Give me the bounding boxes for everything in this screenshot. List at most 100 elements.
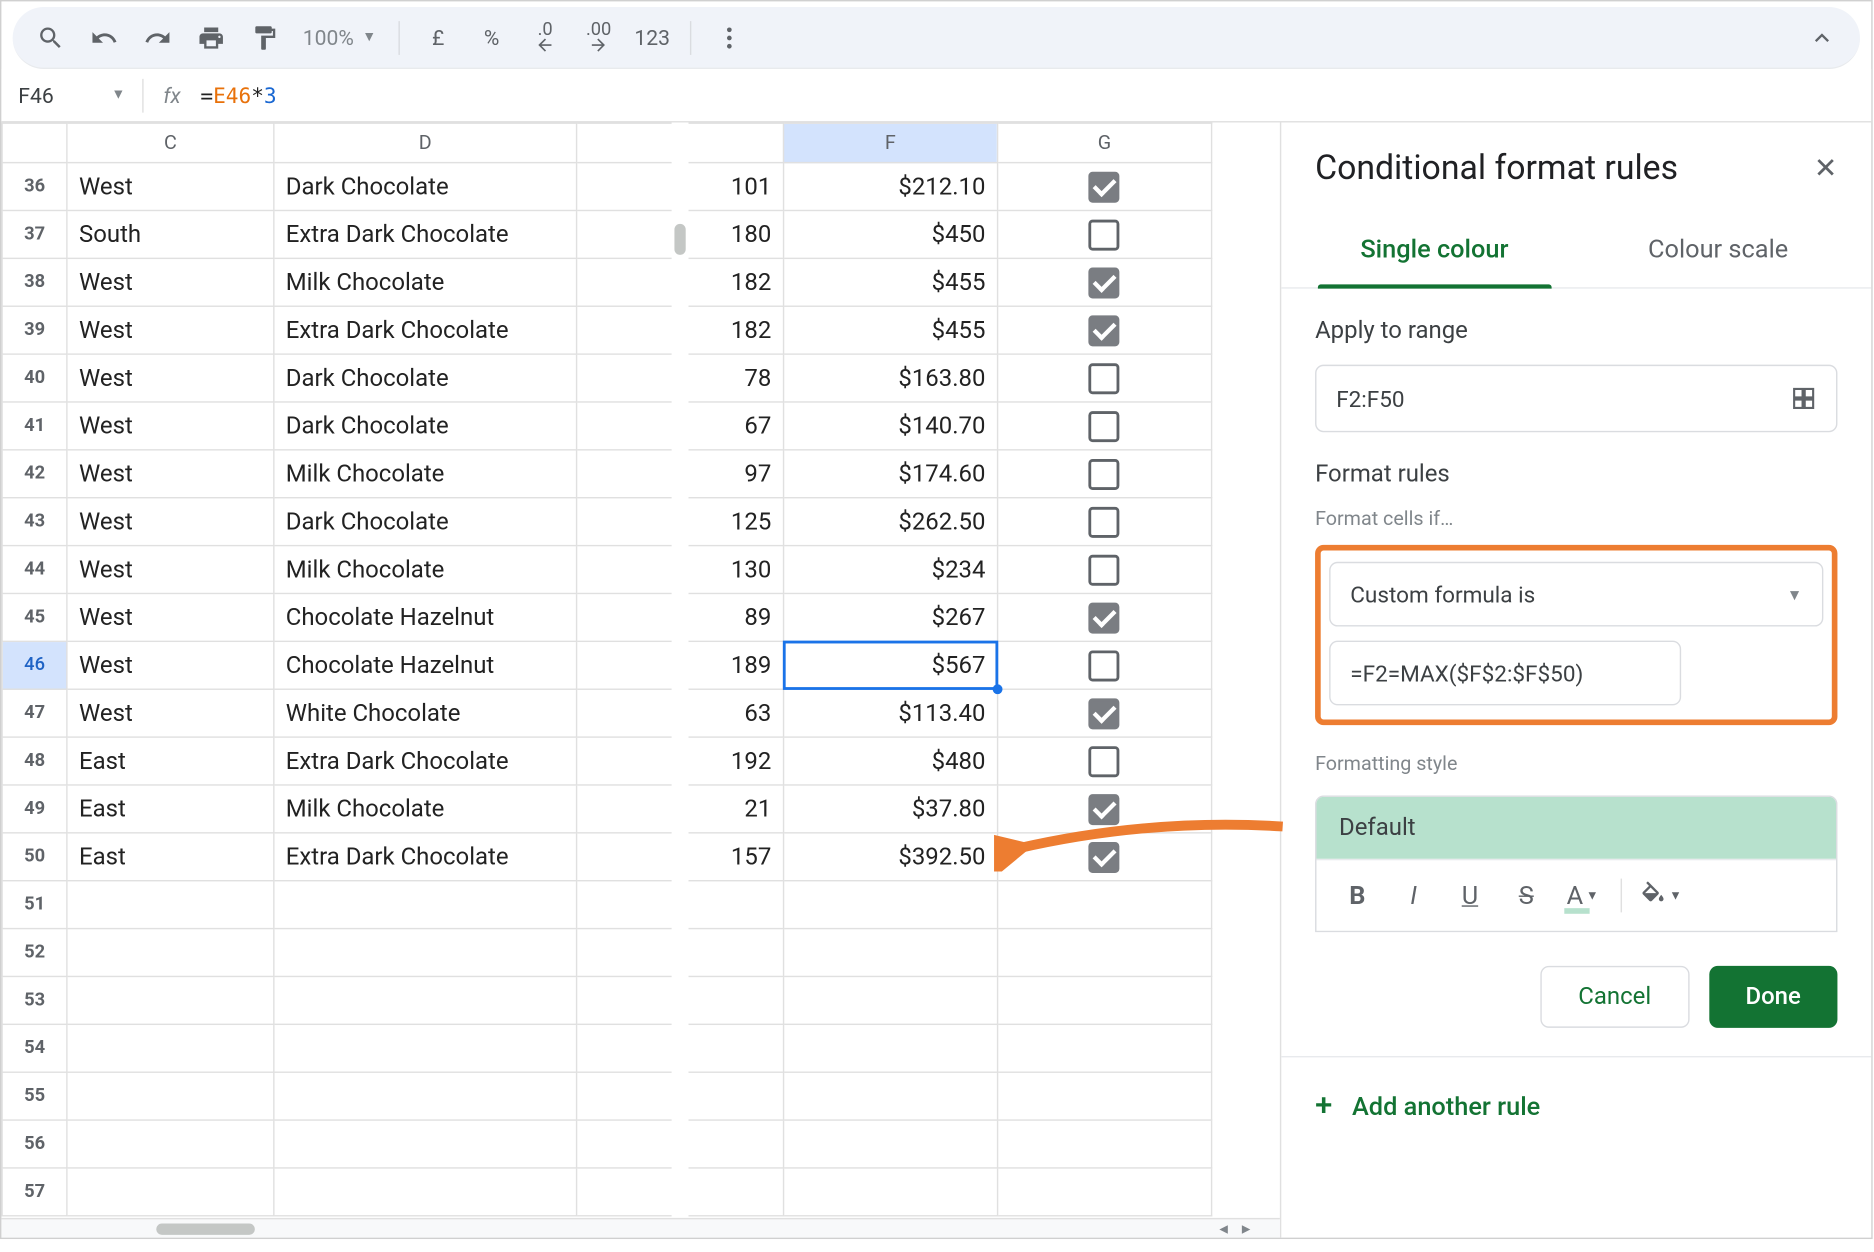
cell[interactable]: West bbox=[67, 689, 274, 737]
col-header-D[interactable]: D bbox=[274, 123, 577, 162]
print-icon[interactable] bbox=[187, 13, 235, 61]
cell[interactable] bbox=[274, 1168, 577, 1216]
range-input[interactable]: F2:F50 bbox=[1315, 365, 1837, 433]
cell[interactable] bbox=[997, 593, 1211, 641]
increase-decimal-icon[interactable]: .00 bbox=[575, 13, 623, 61]
row-header[interactable]: 38 bbox=[2, 258, 67, 306]
cell[interactable] bbox=[997, 1072, 1211, 1120]
cell[interactable]: Extra Dark Chocolate bbox=[274, 833, 577, 881]
cell[interactable] bbox=[274, 1120, 577, 1168]
text-color-icon[interactable]: A▼ bbox=[1556, 872, 1610, 920]
fill-color-icon[interactable]: ▼ bbox=[1633, 872, 1687, 920]
cell[interactable]: Dark Chocolate bbox=[274, 354, 577, 402]
checkbox[interactable] bbox=[1089, 841, 1120, 872]
row-header[interactable]: 49 bbox=[2, 785, 67, 833]
cell[interactable] bbox=[997, 1168, 1211, 1216]
condition-dropdown[interactable]: Custom formula is ▼ bbox=[1329, 562, 1823, 627]
paint-format-icon[interactable] bbox=[241, 13, 289, 61]
cell[interactable] bbox=[274, 976, 577, 1024]
currency-button[interactable]: £ bbox=[414, 25, 462, 50]
cell[interactable]: West bbox=[67, 163, 274, 211]
row-header[interactable]: 39 bbox=[2, 306, 67, 354]
cell[interactable]: West bbox=[67, 306, 274, 354]
cell[interactable]: $140.70 bbox=[783, 402, 997, 450]
cell[interactable] bbox=[67, 1024, 274, 1072]
row-header[interactable]: 42 bbox=[2, 450, 67, 498]
cell[interactable] bbox=[997, 402, 1211, 450]
cell[interactable]: Chocolate Hazelnut bbox=[274, 641, 577, 689]
cell[interactable]: Extra Dark Chocolate bbox=[274, 306, 577, 354]
row-header[interactable]: 45 bbox=[2, 593, 67, 641]
checkbox[interactable] bbox=[1089, 267, 1120, 298]
cell[interactable] bbox=[997, 306, 1211, 354]
cell[interactable] bbox=[997, 641, 1211, 689]
cell[interactable] bbox=[997, 498, 1211, 546]
grid-select-icon[interactable] bbox=[1791, 386, 1816, 411]
cell[interactable]: Dark Chocolate bbox=[274, 498, 577, 546]
checkbox[interactable] bbox=[1089, 219, 1120, 250]
decrease-decimal-icon[interactable]: .0 bbox=[521, 13, 569, 61]
number-format-button[interactable]: 123 bbox=[628, 25, 676, 50]
style-preview[interactable]: Default bbox=[1316, 797, 1836, 859]
row-header[interactable]: 48 bbox=[2, 737, 67, 785]
cell[interactable]: $163.80 bbox=[783, 354, 997, 402]
cell[interactable] bbox=[783, 976, 997, 1024]
row-header[interactable]: 46 bbox=[2, 641, 67, 689]
name-box[interactable]: F46 ▼ bbox=[1, 82, 142, 107]
checkbox[interactable] bbox=[1089, 793, 1120, 824]
cell[interactable]: $455 bbox=[783, 306, 997, 354]
cell[interactable]: $480 bbox=[783, 737, 997, 785]
cell[interactable]: East bbox=[67, 833, 274, 881]
cell[interactable]: $113.40 bbox=[783, 689, 997, 737]
custom-formula-input[interactable]: =F2=MAX($F$2:$F$50) bbox=[1329, 641, 1681, 706]
col-header-C[interactable]: C bbox=[67, 123, 274, 162]
cell[interactable]: Dark Chocolate bbox=[274, 402, 577, 450]
cell[interactable] bbox=[997, 833, 1211, 881]
cell[interactable]: Chocolate Hazelnut bbox=[274, 593, 577, 641]
cell[interactable]: West bbox=[67, 258, 274, 306]
cell[interactable] bbox=[997, 163, 1211, 211]
cell[interactable] bbox=[997, 1120, 1211, 1168]
bold-icon[interactable]: B bbox=[1331, 872, 1385, 920]
cell[interactable] bbox=[997, 785, 1211, 833]
cell[interactable]: $450 bbox=[783, 210, 997, 258]
cell[interactable]: East bbox=[67, 737, 274, 785]
cell[interactable] bbox=[783, 1072, 997, 1120]
cell[interactable]: West bbox=[67, 641, 274, 689]
row-header[interactable]: 37 bbox=[2, 210, 67, 258]
cell[interactable] bbox=[274, 881, 577, 929]
row-header[interactable]: 56 bbox=[2, 1120, 67, 1168]
cell[interactable] bbox=[997, 546, 1211, 594]
cell[interactable] bbox=[67, 881, 274, 929]
cell[interactable] bbox=[997, 354, 1211, 402]
underline-icon[interactable]: U bbox=[1443, 872, 1497, 920]
checkbox[interactable] bbox=[1089, 410, 1120, 441]
row-header[interactable]: 53 bbox=[2, 976, 67, 1024]
cell[interactable] bbox=[997, 210, 1211, 258]
checkbox[interactable] bbox=[1089, 554, 1120, 585]
cell[interactable] bbox=[67, 1120, 274, 1168]
cell[interactable]: West bbox=[67, 402, 274, 450]
cell[interactable] bbox=[274, 929, 577, 977]
cell[interactable] bbox=[997, 1024, 1211, 1072]
row-header[interactable]: 57 bbox=[2, 1168, 67, 1216]
cell[interactable] bbox=[274, 1072, 577, 1120]
checkbox[interactable] bbox=[1089, 602, 1120, 633]
row-header[interactable]: 44 bbox=[2, 546, 67, 594]
cell[interactable]: Milk Chocolate bbox=[274, 258, 577, 306]
cell[interactable]: $212.10 bbox=[783, 163, 997, 211]
row-header[interactable]: 54 bbox=[2, 1024, 67, 1072]
checkbox[interactable] bbox=[1089, 650, 1120, 681]
cell[interactable]: White Chocolate bbox=[274, 689, 577, 737]
tab-colour-scale[interactable]: Colour scale bbox=[1576, 213, 1860, 288]
cell[interactable] bbox=[67, 976, 274, 1024]
more-icon[interactable] bbox=[706, 13, 754, 61]
cell[interactable]: West bbox=[67, 354, 274, 402]
cell[interactable]: East bbox=[67, 785, 274, 833]
cell[interactable] bbox=[997, 258, 1211, 306]
cell[interactable]: $267 bbox=[783, 593, 997, 641]
cell[interactable]: Milk Chocolate bbox=[274, 546, 577, 594]
cell[interactable] bbox=[997, 737, 1211, 785]
italic-icon[interactable]: I bbox=[1387, 872, 1441, 920]
checkbox[interactable] bbox=[1089, 506, 1120, 537]
